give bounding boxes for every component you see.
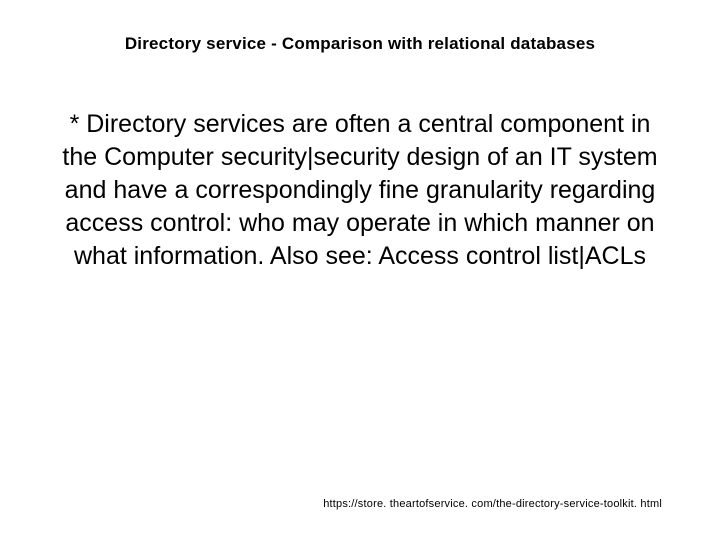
slide-title: Directory service - Comparison with rela… [0,34,720,54]
slide: Directory service - Comparison with rela… [0,0,720,540]
slide-body-text: * Directory services are often a central… [60,108,660,273]
slide-footer-url: https://store. theartofservice. com/the-… [323,498,662,510]
